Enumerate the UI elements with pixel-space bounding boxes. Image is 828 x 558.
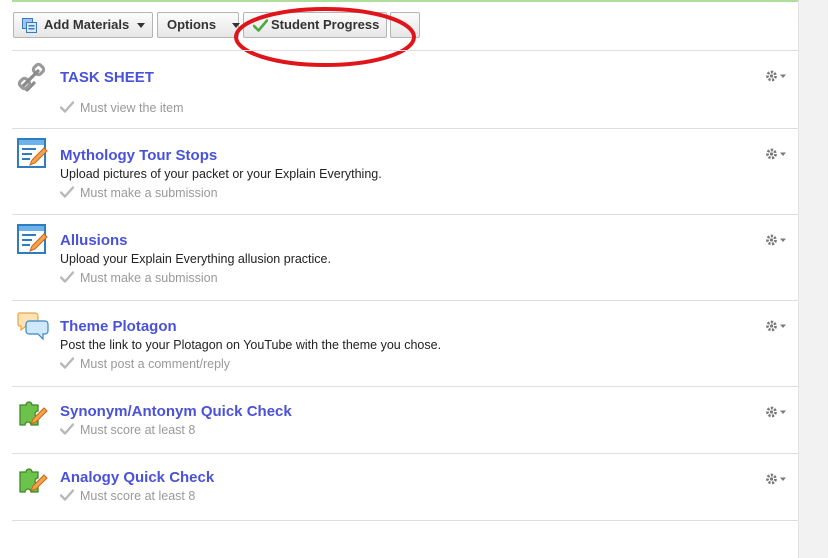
- item-description: Post the link to your Plotagon on YouTub…: [60, 338, 442, 352]
- options-button[interactable]: Options: [157, 12, 240, 38]
- gear-icon[interactable]: [765, 405, 789, 419]
- item-title-link[interactable]: Allusions: [60, 232, 128, 249]
- check-icon: [253, 19, 268, 32]
- check-icon: [60, 423, 74, 435]
- assessment-puzzle-icon: [19, 468, 48, 493]
- notification-strip: [12, 0, 798, 2]
- gear-icon[interactable]: [765, 319, 789, 333]
- add-materials-button[interactable]: Add Materials: [13, 12, 153, 38]
- check-icon: [60, 489, 74, 501]
- chevron-down-icon: [232, 23, 240, 28]
- link-icon: [17, 62, 46, 92]
- right-scroll-gutter: [798, 0, 828, 558]
- list-item: Allusions Upload your Explain Everything…: [12, 214, 798, 300]
- item-title-link[interactable]: TASK SHEET: [60, 69, 154, 86]
- check-icon: [60, 271, 74, 283]
- chevron-down-icon: [137, 23, 145, 28]
- requirement-text: Must score at least 8: [60, 489, 195, 503]
- check-icon: [60, 357, 74, 369]
- list-item: TASK SHEET Must view the item: [12, 50, 798, 128]
- discussion-icon: [17, 312, 49, 341]
- item-title-link[interactable]: Theme Plotagon: [60, 318, 177, 335]
- requirement-text: Must make a submission: [60, 271, 218, 285]
- item-title-link[interactable]: Synonym/Antonym Quick Check: [60, 403, 292, 420]
- add-materials-label: Add Materials: [44, 17, 130, 32]
- list-item: Analogy Quick Check Must score at least …: [12, 453, 798, 521]
- requirement-text: Must view the item: [60, 101, 184, 115]
- list-item: Synonym/Antonym Quick Check Must score a…: [12, 386, 798, 453]
- toolbar-extra-button[interactable]: [390, 12, 420, 38]
- assignment-icon: [17, 138, 48, 168]
- student-progress-label: Student Progress: [271, 17, 380, 32]
- options-label: Options: [167, 17, 217, 32]
- assessment-puzzle-icon: [19, 401, 48, 426]
- gear-icon[interactable]: [765, 233, 789, 247]
- assignment-icon: [17, 224, 48, 254]
- materials-icon: [22, 18, 37, 33]
- list-item: Theme Plotagon Post the link to your Plo…: [12, 300, 798, 386]
- student-progress-button[interactable]: Student Progress: [243, 12, 387, 38]
- item-description: Upload your Explain Everything allusion …: [60, 252, 331, 266]
- item-title-link[interactable]: Mythology Tour Stops: [60, 147, 217, 164]
- requirement-text: Must make a submission: [60, 186, 218, 200]
- gear-icon[interactable]: [765, 472, 789, 486]
- check-icon: [60, 186, 74, 198]
- item-description: Upload pictures of your packet or your E…: [60, 167, 382, 181]
- materials-list: TASK SHEET Must view the item Mythology …: [12, 50, 798, 521]
- list-item: Mythology Tour Stops Upload pictures of …: [12, 128, 798, 214]
- requirement-text: Must post a comment/reply: [60, 357, 230, 371]
- gear-icon[interactable]: [765, 69, 789, 83]
- item-title-link[interactable]: Analogy Quick Check: [60, 469, 214, 486]
- check-icon: [60, 101, 74, 113]
- requirement-text: Must score at least 8: [60, 423, 195, 437]
- gear-icon[interactable]: [765, 147, 789, 161]
